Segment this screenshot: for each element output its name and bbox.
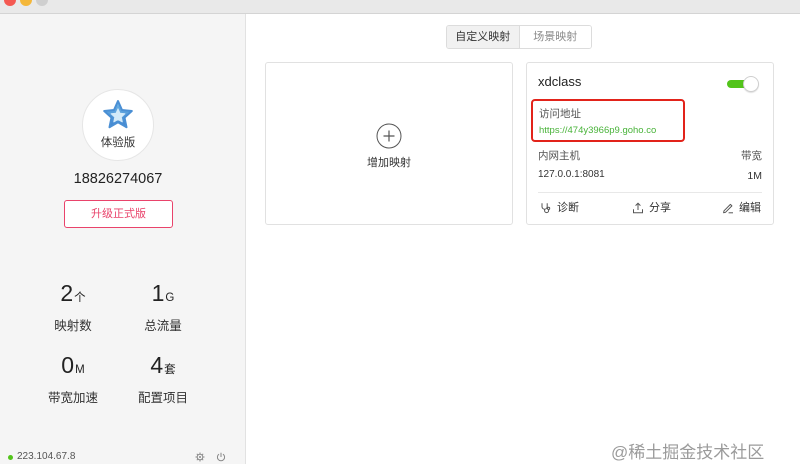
edit-button[interactable]: 编辑 [722, 201, 761, 215]
stat-total-traffic: 1G 总流量 [118, 281, 208, 334]
pencil-icon [723, 203, 733, 214]
gear-icon[interactable] [195, 452, 205, 462]
stat-number: 2 [60, 280, 74, 306]
switch-knob [743, 76, 759, 92]
access-address-label: 访问地址 [539, 108, 581, 120]
watermark: @稀土掘金技术社区 [611, 443, 765, 462]
plus-circle-icon [376, 123, 402, 149]
card-divider [538, 192, 762, 193]
mapping-card: xdclass 访问地址 https://474y3966p9.goho.co … [526, 62, 774, 225]
public-ip: 223.104.67.8 [17, 451, 76, 462]
stat-label: 带宽加速 [47, 391, 98, 405]
account-sidebar: 体验版 18826274067 升级正式版 2个 映射数 1G 总流量 0M 带… [0, 14, 246, 464]
stat-number: 0 [61, 352, 75, 378]
power-icon[interactable] [216, 452, 226, 462]
access-url-link[interactable]: https://474y3966p9.goho.co [539, 125, 656, 137]
internal-host-label: 内网主机 [538, 150, 580, 162]
stat-config-items: 4套 配置项目 [118, 353, 208, 406]
bandwidth-value: 1M [747, 170, 762, 182]
window-zoom-button[interactable] [36, 0, 48, 6]
stat-unit: 个 [74, 292, 86, 304]
stat-mapping-count: 2个 映射数 [28, 281, 118, 334]
stat-label: 映射数 [54, 319, 92, 333]
add-mapping-card[interactable]: 增加映射 [265, 62, 513, 225]
share-label: 分享 [649, 202, 671, 214]
mapping-name: xdclass [538, 74, 582, 89]
stat-unit: 套 [164, 364, 176, 376]
window-minimize-button[interactable] [20, 0, 32, 6]
tab-scene-mapping[interactable]: 场景映射 [518, 26, 591, 48]
avatar: 体验版 [82, 89, 154, 161]
mapping-switch[interactable] [727, 76, 759, 92]
star-icon [103, 100, 133, 129]
stat-unit: G [165, 292, 175, 304]
stethoscope-icon [541, 203, 551, 214]
bandwidth-label: 带宽 [741, 150, 762, 162]
stat-unit: M [75, 364, 85, 376]
share-icon [633, 202, 643, 214]
online-dot-icon [8, 454, 13, 460]
account-phone: 18826274067 [73, 171, 163, 187]
diagnose-label: 诊断 [557, 202, 579, 214]
plan-badge: 体验版 [100, 137, 136, 149]
stat-value: 4套 [118, 353, 208, 382]
add-mapping-label: 增加映射 [367, 157, 411, 169]
internal-host-value: 127.0.0.1:8081 [538, 169, 605, 180]
stat-value: 1G [118, 281, 208, 310]
stat-value: 0M [28, 353, 118, 382]
network-status: 223.104.67.8 [8, 451, 75, 463]
window-close-button[interactable] [4, 0, 16, 6]
diagnose-button[interactable]: 诊断 [540, 201, 579, 215]
mapping-type-tabs: 自定义映射 场景映射 [446, 25, 592, 49]
stat-number: 1 [151, 280, 165, 306]
share-button[interactable]: 分享 [632, 201, 671, 215]
stat-label: 总流量 [144, 319, 182, 333]
edit-label: 编辑 [739, 202, 761, 214]
stat-number: 4 [150, 352, 164, 378]
upgrade-button[interactable]: 升级正式版 [64, 200, 173, 228]
main-panel: 自定义映射 场景映射 增加映射 xdclass 访问地址 https://474… [246, 14, 800, 464]
stat-label: 配置项目 [137, 391, 188, 405]
stat-bandwidth-boost: 0M 带宽加速 [28, 353, 118, 406]
stat-value: 2个 [28, 281, 118, 310]
window-titlebar [0, 0, 800, 14]
tab-custom-mapping[interactable]: 自定义映射 [447, 26, 519, 48]
